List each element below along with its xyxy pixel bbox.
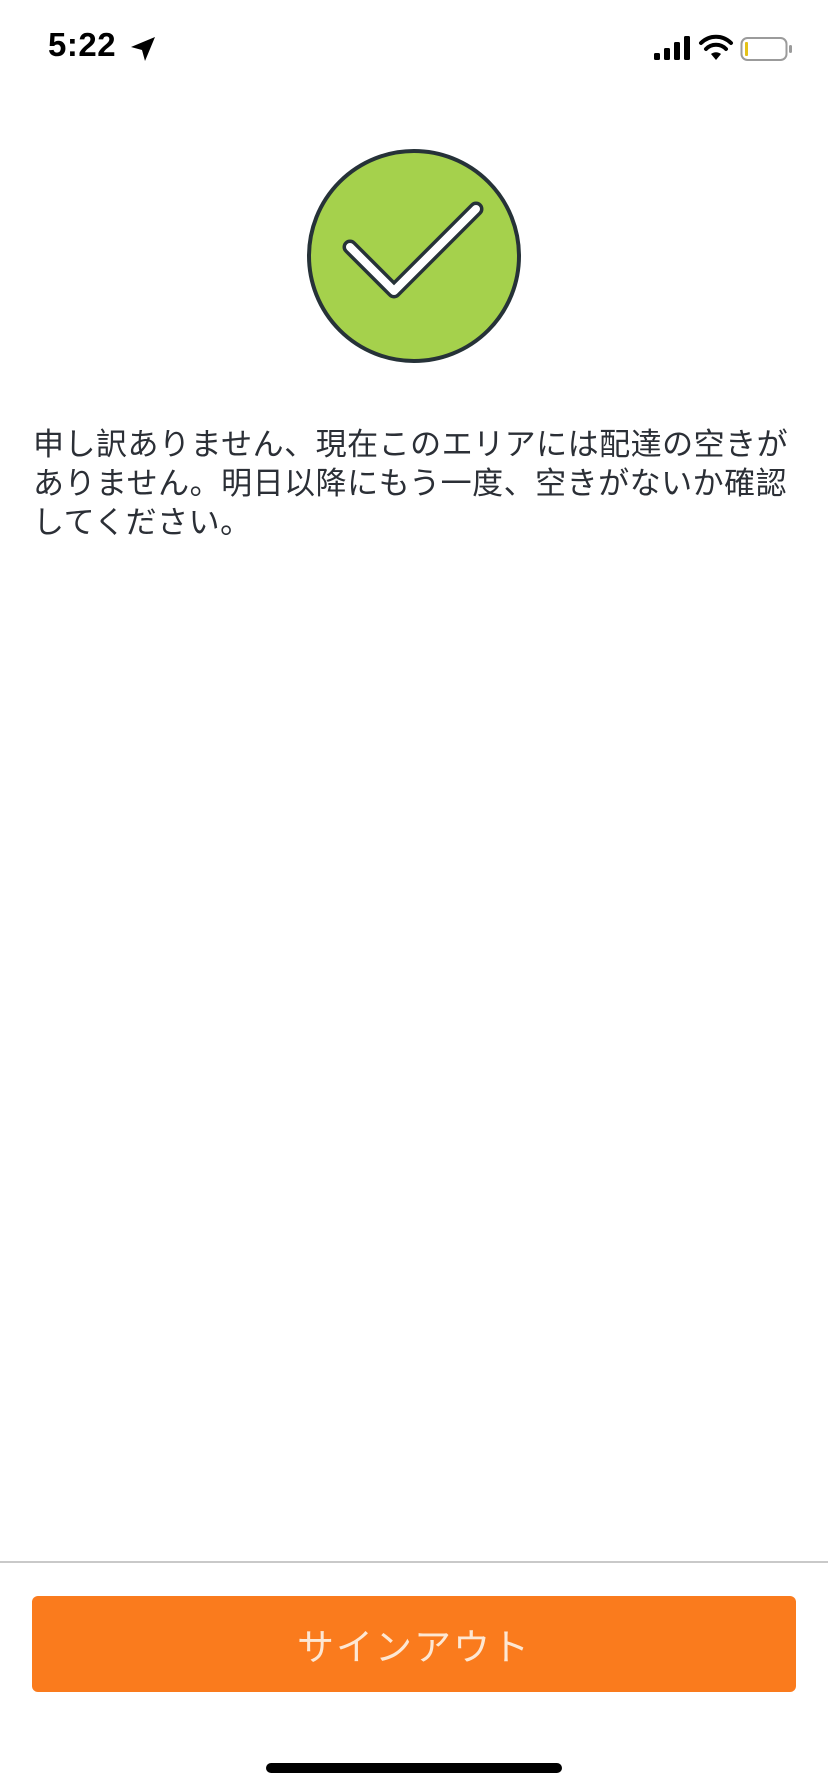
success-checkmark-icon	[307, 149, 521, 363]
unavailable-message: 申し訳ありません、現在このエリアには配達の空きがありません。明日以降にもう一度、…	[33, 427, 789, 541]
home-indicator	[266, 1763, 562, 1773]
footer-divider	[0, 1561, 828, 1563]
status-time: 5:22	[48, 26, 117, 63]
location-arrow-icon	[131, 37, 155, 61]
sign-out-button[interactable]: サインアウト	[32, 1596, 796, 1692]
battery-icon	[740, 37, 792, 61]
wifi-icon	[699, 34, 733, 60]
cellular-signal-icon	[654, 36, 690, 60]
status-bar: 5:22	[0, 0, 828, 100]
